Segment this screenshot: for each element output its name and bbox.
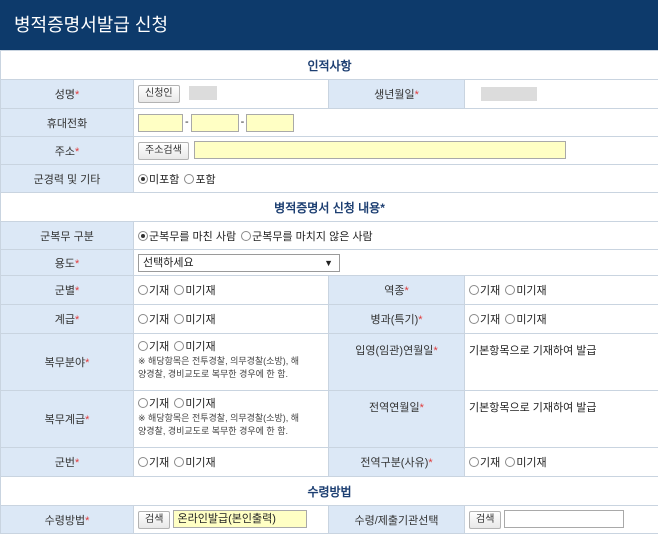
purpose-select[interactable]: 선택하세요 ▼: [138, 253, 340, 272]
phone-label: 휴대전화: [0, 108, 134, 137]
branch-opt-norecord[interactable]: 미기재: [174, 285, 216, 297]
rank-opt-record[interactable]: 기재: [138, 314, 169, 326]
birth-label: 생년월일*: [328, 79, 465, 109]
chevron-down-icon: ▼: [324, 257, 333, 268]
service-type-opt-completed[interactable]: 군복무를 마친 사람: [138, 230, 236, 243]
service-type-opt-not-completed[interactable]: 군복무를 마치지 않은 사람: [241, 230, 373, 243]
birth-value-redacted: [481, 87, 537, 101]
address-field[interactable]: [193, 141, 566, 160]
enlist-type-label: 역종*: [328, 275, 465, 305]
military-opt-exclude[interactable]: 미포함: [138, 173, 179, 186]
section-title-application: 병적증명서 신청 내용*: [0, 192, 658, 222]
specialty-opt-norecord[interactable]: 미기재: [505, 314, 547, 326]
rank-label: 계급*: [0, 304, 134, 334]
branch-opt-record[interactable]: 기재: [138, 285, 169, 297]
phone-field-1[interactable]: [138, 113, 183, 132]
specialty-label: 병과(특기)*: [328, 304, 465, 334]
agency-label: 수령/제출기관선택: [328, 505, 465, 534]
service-type-label: 군복무 구분: [0, 221, 134, 250]
service-field-note: ※ 해당항목은 전투경찰, 의무경찰(소방), 해 양경찰, 경비교도로 복무한 …: [138, 356, 300, 379]
page-title: 병적증명서발급 신청: [0, 0, 658, 50]
military-career-label: 군경력 및 기타: [0, 164, 134, 193]
section-title-receipt: 수령방법: [0, 476, 658, 506]
service-rank-label: 복무계급*: [0, 390, 134, 448]
phone-field-2[interactable]: [190, 113, 239, 132]
address-search-button[interactable]: 주소검색: [138, 141, 189, 160]
discharge-date-label: 전역연월일*: [328, 390, 465, 448]
section-title-personal: 인적사항: [0, 50, 658, 80]
service-rank-note: ※ 해당항목은 전투경찰, 의무경찰(소방), 해 양경찰, 경비교도로 복무한 …: [138, 413, 300, 436]
enlist-date-value: 기본항목으로 기재하여 발급: [463, 333, 658, 391]
discharge-date-value: 기본항목으로 기재하여 발급: [463, 390, 658, 448]
discharge-type-label: 전역구분(사유)*: [328, 447, 465, 477]
service-rank-opt-record[interactable]: 기재: [138, 398, 169, 410]
name-value-redacted: [188, 86, 217, 101]
service-field-label: 복무분야*: [0, 333, 134, 391]
military-opt-include[interactable]: 포함: [184, 173, 216, 186]
branch-label: 군별*: [0, 275, 134, 305]
address-label: 주소*: [0, 136, 134, 165]
application-form: 인적사항 성명* 신청인 생년월일* 휴대전화 -- 주소* 주소검색 군경력 …: [0, 50, 658, 534]
section-personal: 인적사항: [0, 50, 658, 80]
receipt-method-field[interactable]: 온라인발급(본인출력): [173, 510, 308, 529]
serial-opt-norecord[interactable]: 미기재: [174, 457, 216, 469]
section-application: 병적증명서 신청 내용*: [0, 192, 658, 222]
specialty-opt-record[interactable]: 기재: [469, 314, 500, 326]
name-label: 성명*: [0, 79, 134, 109]
applicant-button[interactable]: 신청인: [138, 85, 180, 103]
service-rank-opt-norecord[interactable]: 미기재: [174, 398, 216, 410]
enlist-type-opt-record[interactable]: 기재: [469, 285, 500, 297]
phone-field-3[interactable]: [246, 113, 295, 132]
discharge-type-opt-record[interactable]: 기재: [469, 457, 500, 469]
purpose-label: 용도*: [0, 249, 134, 276]
service-field-opt-record[interactable]: 기재: [138, 341, 169, 353]
serial-label: 군번*: [0, 447, 134, 477]
section-receipt: 수령방법: [0, 476, 658, 506]
agency-field[interactable]: [504, 510, 625, 529]
agency-search-button[interactable]: 검색: [469, 510, 502, 529]
serial-opt-record[interactable]: 기재: [138, 457, 169, 469]
rank-opt-norecord[interactable]: 미기재: [174, 314, 216, 326]
receipt-method-label: 수령방법*: [0, 505, 134, 534]
enlist-date-label: 입영(임관)연월일*: [328, 333, 465, 391]
receipt-method-search-button[interactable]: 검색: [138, 510, 171, 529]
enlist-type-opt-norecord[interactable]: 미기재: [505, 285, 547, 297]
service-field-opt-norecord[interactable]: 미기재: [174, 341, 216, 353]
discharge-type-opt-norecord[interactable]: 미기재: [505, 457, 547, 469]
